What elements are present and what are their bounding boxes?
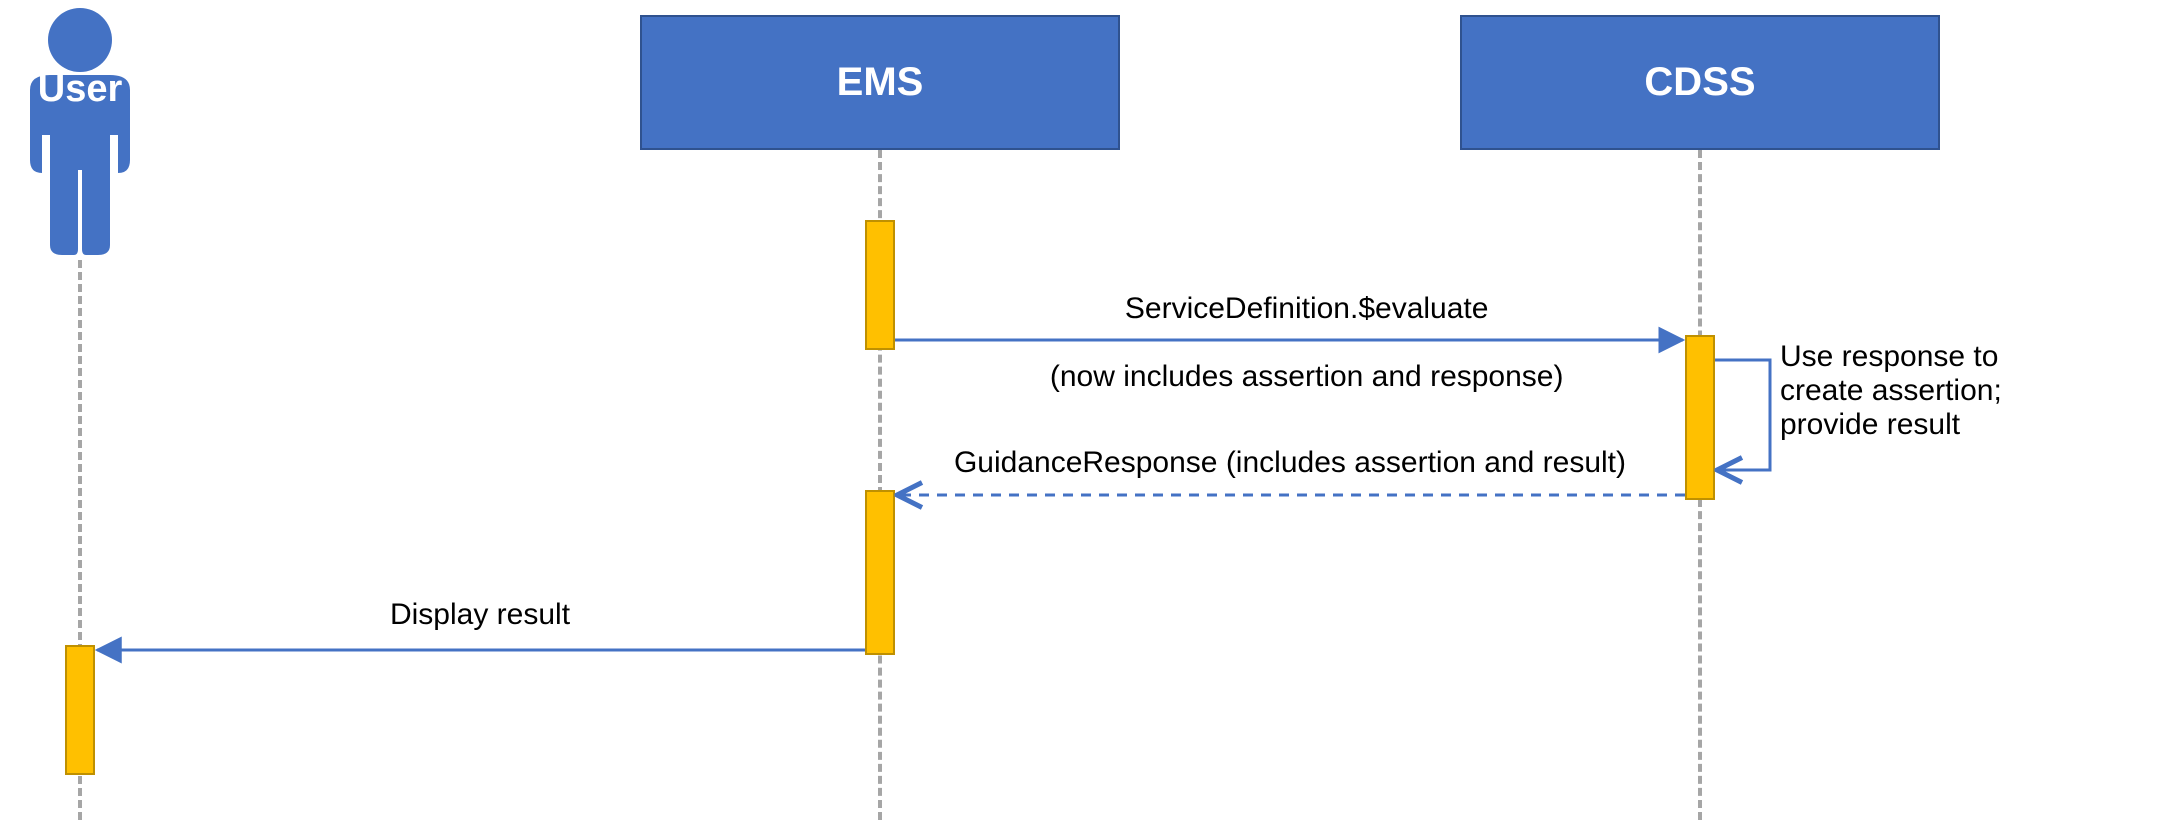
activation-ems-2: [865, 490, 895, 655]
message-evaluate-label: ServiceDefinition.$evaluate (now include…: [895, 258, 1685, 428]
self-call-label: Use response to create assertion; provid…: [1780, 340, 2002, 442]
user-label: User: [28, 68, 132, 111]
cdss-participant: CDSS: [1460, 15, 1940, 150]
cdss-label: CDSS: [1644, 60, 1755, 105]
arrow-self-cdss: [1715, 360, 1770, 470]
ems-participant: EMS: [640, 15, 1120, 150]
activation-ems-1: [865, 220, 895, 350]
message-guidance-label: GuidanceResponse (includes assertion and…: [895, 446, 1685, 480]
activation-cdss-1: [1685, 335, 1715, 500]
ems-label: EMS: [837, 60, 924, 105]
sequence-diagram: User EMS CDSS ServiceDefinition.$evaluat…: [0, 0, 2180, 826]
message-display-label: Display result: [95, 598, 865, 632]
activation-user-1: [65, 645, 95, 775]
user-participant: [10, 5, 150, 260]
